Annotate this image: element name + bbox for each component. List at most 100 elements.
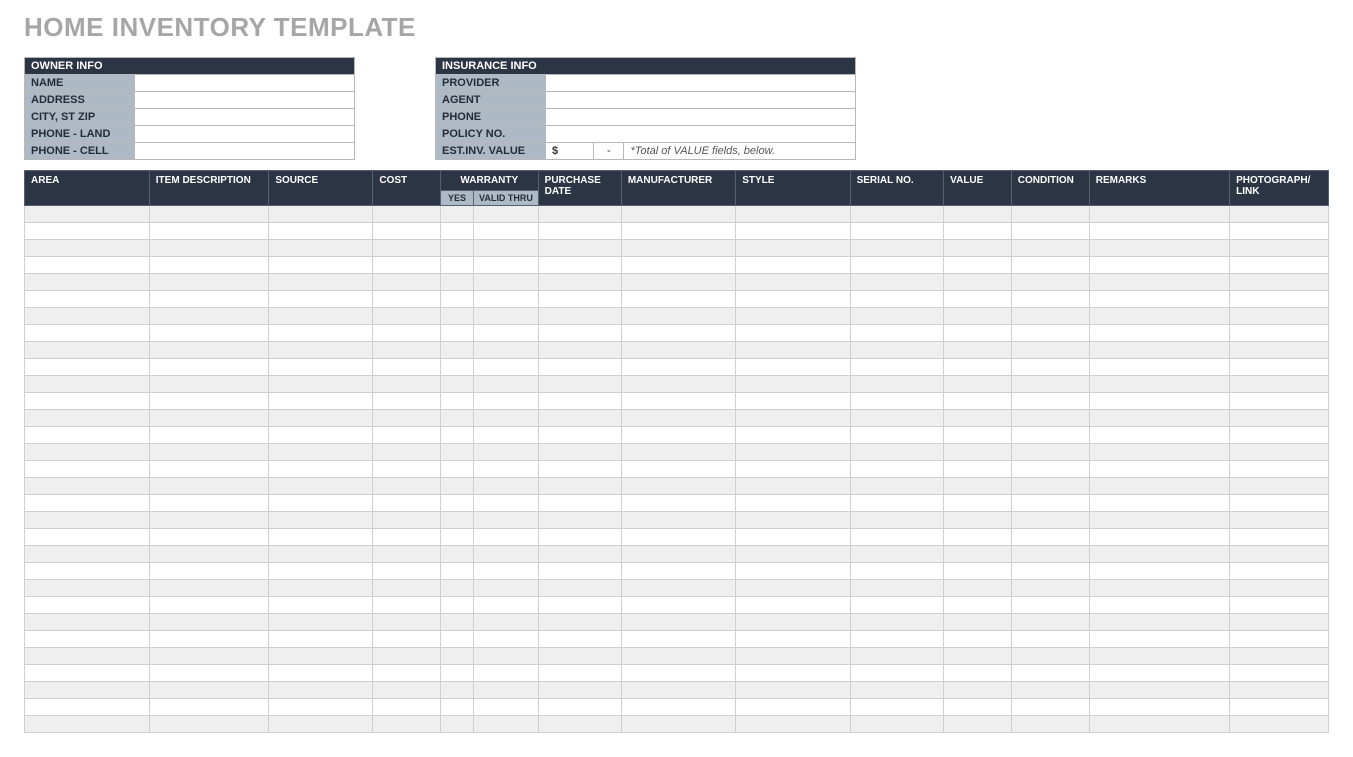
table-cell[interactable] xyxy=(373,223,441,240)
owner-phone-land-value[interactable] xyxy=(135,126,355,143)
table-cell[interactable] xyxy=(269,376,373,393)
table-cell[interactable] xyxy=(440,257,473,274)
table-row[interactable] xyxy=(25,648,1329,665)
table-cell[interactable] xyxy=(944,716,1012,733)
table-cell[interactable] xyxy=(621,342,735,359)
table-cell[interactable] xyxy=(1089,274,1229,291)
table-cell[interactable] xyxy=(736,597,850,614)
table-cell[interactable] xyxy=(944,427,1012,444)
table-cell[interactable] xyxy=(1011,529,1089,546)
table-cell[interactable] xyxy=(736,291,850,308)
owner-name-value[interactable] xyxy=(135,75,355,92)
table-cell[interactable] xyxy=(373,665,441,682)
table-cell[interactable] xyxy=(1089,478,1229,495)
table-cell[interactable] xyxy=(1089,631,1229,648)
table-cell[interactable] xyxy=(474,308,538,325)
table-cell[interactable] xyxy=(944,325,1012,342)
table-cell[interactable] xyxy=(440,206,473,223)
table-cell[interactable] xyxy=(736,648,850,665)
owner-address-value[interactable] xyxy=(135,92,355,109)
table-cell[interactable] xyxy=(373,580,441,597)
table-cell[interactable] xyxy=(621,563,735,580)
table-cell[interactable] xyxy=(25,461,150,478)
table-cell[interactable] xyxy=(269,512,373,529)
table-cell[interactable] xyxy=(269,461,373,478)
table-cell[interactable] xyxy=(269,597,373,614)
table-cell[interactable] xyxy=(944,597,1012,614)
table-cell[interactable] xyxy=(373,444,441,461)
table-cell[interactable] xyxy=(850,206,944,223)
table-row[interactable] xyxy=(25,665,1329,682)
table-cell[interactable] xyxy=(736,427,850,444)
table-cell[interactable] xyxy=(1230,631,1329,648)
table-cell[interactable] xyxy=(25,274,150,291)
table-cell[interactable] xyxy=(440,631,473,648)
table-cell[interactable] xyxy=(149,223,269,240)
table-cell[interactable] xyxy=(538,580,621,597)
table-cell[interactable] xyxy=(1011,444,1089,461)
table-cell[interactable] xyxy=(373,376,441,393)
table-cell[interactable] xyxy=(149,342,269,359)
table-cell[interactable] xyxy=(440,240,473,257)
table-cell[interactable] xyxy=(474,325,538,342)
table-cell[interactable] xyxy=(538,257,621,274)
table-cell[interactable] xyxy=(440,597,473,614)
table-cell[interactable] xyxy=(373,461,441,478)
table-cell[interactable] xyxy=(850,563,944,580)
table-cell[interactable] xyxy=(373,495,441,512)
table-cell[interactable] xyxy=(149,291,269,308)
table-cell[interactable] xyxy=(736,563,850,580)
table-cell[interactable] xyxy=(373,597,441,614)
table-cell[interactable] xyxy=(850,444,944,461)
table-row[interactable] xyxy=(25,478,1329,495)
table-cell[interactable] xyxy=(149,512,269,529)
table-cell[interactable] xyxy=(149,461,269,478)
owner-phone-cell-value[interactable] xyxy=(135,143,355,160)
table-cell[interactable] xyxy=(538,631,621,648)
table-cell[interactable] xyxy=(474,478,538,495)
table-cell[interactable] xyxy=(25,614,150,631)
table-cell[interactable] xyxy=(269,563,373,580)
table-row[interactable] xyxy=(25,291,1329,308)
table-cell[interactable] xyxy=(1230,291,1329,308)
table-cell[interactable] xyxy=(373,240,441,257)
table-cell[interactable] xyxy=(1011,461,1089,478)
insurance-agent-value[interactable] xyxy=(546,92,856,109)
table-cell[interactable] xyxy=(736,580,850,597)
table-cell[interactable] xyxy=(538,342,621,359)
table-cell[interactable] xyxy=(440,410,473,427)
table-cell[interactable] xyxy=(1089,529,1229,546)
table-cell[interactable] xyxy=(850,699,944,716)
table-cell[interactable] xyxy=(1230,410,1329,427)
table-cell[interactable] xyxy=(269,478,373,495)
table-cell[interactable] xyxy=(440,512,473,529)
table-cell[interactable] xyxy=(621,495,735,512)
table-cell[interactable] xyxy=(269,631,373,648)
table-cell[interactable] xyxy=(1230,359,1329,376)
table-cell[interactable] xyxy=(736,716,850,733)
table-cell[interactable] xyxy=(25,529,150,546)
table-cell[interactable] xyxy=(1089,308,1229,325)
table-cell[interactable] xyxy=(373,393,441,410)
table-cell[interactable] xyxy=(1230,444,1329,461)
table-cell[interactable] xyxy=(850,665,944,682)
table-cell[interactable] xyxy=(1089,580,1229,597)
table-cell[interactable] xyxy=(474,393,538,410)
table-cell[interactable] xyxy=(621,580,735,597)
table-cell[interactable] xyxy=(944,529,1012,546)
table-cell[interactable] xyxy=(149,495,269,512)
table-cell[interactable] xyxy=(1230,699,1329,716)
table-cell[interactable] xyxy=(149,529,269,546)
table-cell[interactable] xyxy=(373,308,441,325)
table-cell[interactable] xyxy=(25,410,150,427)
table-row[interactable] xyxy=(25,546,1329,563)
table-cell[interactable] xyxy=(736,274,850,291)
table-cell[interactable] xyxy=(621,648,735,665)
table-cell[interactable] xyxy=(25,478,150,495)
table-cell[interactable] xyxy=(373,342,441,359)
table-cell[interactable] xyxy=(25,342,150,359)
table-cell[interactable] xyxy=(149,393,269,410)
table-cell[interactable] xyxy=(538,410,621,427)
table-cell[interactable] xyxy=(850,495,944,512)
table-cell[interactable] xyxy=(269,393,373,410)
